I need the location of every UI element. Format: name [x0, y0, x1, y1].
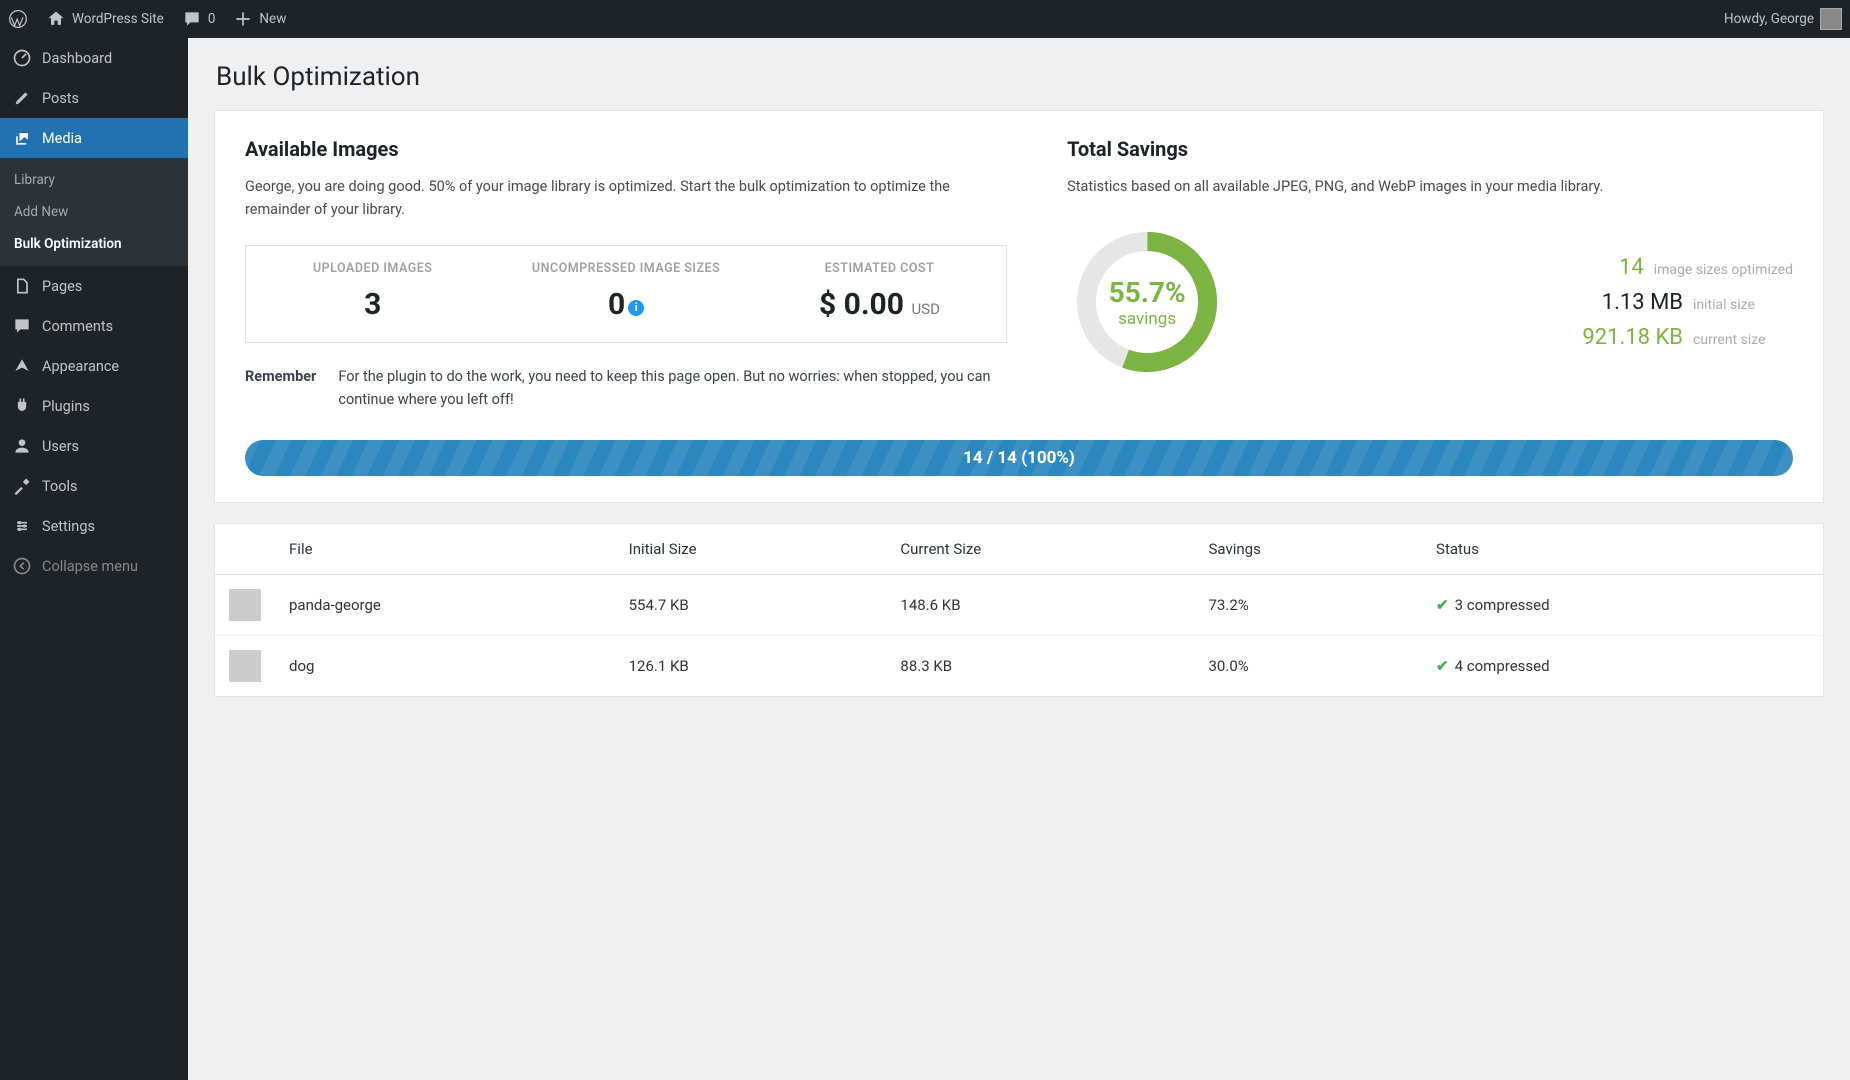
sidebar-item-pages[interactable]: Pages	[0, 266, 188, 306]
site-link[interactable]: WordPress Site	[46, 9, 164, 29]
savings-heading: Total Savings	[1067, 137, 1793, 161]
stat-cost-value: $ 0.00 USD	[761, 287, 998, 322]
cell-status: ✔3 compressed	[1422, 574, 1823, 635]
donut-percent: 55.7%	[1109, 276, 1186, 309]
media-submenu: Library Add New Bulk Optimization	[0, 158, 188, 266]
results-table: File Initial Size Current Size Savings S…	[215, 524, 1823, 696]
sidebar-collapse[interactable]: Collapse menu	[0, 546, 188, 586]
avatar	[1820, 8, 1842, 30]
cell-file: dog	[275, 635, 615, 696]
comments-link[interactable]: 0	[182, 9, 216, 29]
wp-logo[interactable]	[8, 9, 28, 29]
th-initial: Initial Size	[615, 524, 887, 575]
admin-topbar: WordPress Site 0 New Howdy, George	[0, 0, 1850, 38]
sidebar-item-settings[interactable]: Settings	[0, 506, 188, 546]
howdy-link[interactable]: Howdy, George	[1724, 8, 1842, 30]
sidebar-item-label: Users	[42, 438, 79, 455]
remember-note: Remember For the plugin to do the work, …	[245, 365, 1007, 411]
remember-text: For the plugin to do the work, you need …	[338, 365, 1007, 411]
admin-sidebar: Dashboard Posts Media Library Add New Bu…	[0, 38, 188, 1080]
cell-savings: 30.0%	[1195, 635, 1423, 696]
value-unit: USD	[911, 300, 939, 318]
available-desc: George, you are doing good. 50% of your …	[245, 175, 1007, 221]
savings-donut: 55.7% savings	[1067, 222, 1227, 382]
value-text: 0	[608, 287, 625, 322]
remember-label: Remember	[245, 365, 316, 411]
submenu-bulk-optimization[interactable]: Bulk Optimization	[0, 228, 188, 260]
sidebar-item-label: Comments	[42, 318, 113, 335]
stat-uploaded-label: UPLOADED IMAGES	[254, 260, 491, 279]
check-icon: ✔	[1436, 657, 1449, 675]
submenu-add-new[interactable]: Add New	[0, 196, 188, 228]
sidebar-item-dashboard[interactable]: Dashboard	[0, 38, 188, 78]
sidebar-item-appearance[interactable]: Appearance	[0, 346, 188, 386]
sidebar-item-label: Pages	[42, 278, 82, 295]
comments-count: 0	[208, 11, 216, 27]
cell-initial: 554.7 KB	[615, 574, 887, 635]
progress-bar: 14 / 14 (100%)	[245, 440, 1793, 476]
cell-file: panda-george	[275, 574, 615, 635]
cell-current: 88.3 KB	[886, 635, 1194, 696]
sidebar-item-label: Settings	[42, 518, 95, 535]
thumbnail	[229, 650, 261, 682]
th-status: Status	[1422, 524, 1823, 575]
available-heading: Available Images	[245, 137, 1007, 161]
submenu-library[interactable]: Library	[0, 164, 188, 196]
cell-savings: 73.2%	[1195, 574, 1423, 635]
sidebar-item-tools[interactable]: Tools	[0, 466, 188, 506]
sidebar-item-media[interactable]: Media	[0, 118, 188, 158]
th-savings: Savings	[1195, 524, 1423, 575]
table-row: panda-george554.7 KB148.6 KB73.2%✔3 comp…	[215, 574, 1823, 635]
sidebar-item-label: Appearance	[42, 358, 119, 375]
page-title: Bulk Optimization	[216, 62, 1824, 92]
stat-uploaded-value: 3	[254, 287, 491, 322]
main-content: Bulk Optimization Available Images Georg…	[188, 38, 1850, 727]
cell-current: 148.6 KB	[886, 574, 1194, 635]
cell-initial: 126.1 KB	[615, 635, 887, 696]
sidebar-item-label: Tools	[42, 478, 78, 495]
th-current: Current Size	[886, 524, 1194, 575]
table-row: dog126.1 KB88.3 KB30.0%✔4 compressed	[215, 635, 1823, 696]
donut-label: savings	[1118, 309, 1176, 329]
stat-uncompressed-value: 0i	[507, 287, 744, 322]
check-icon: ✔	[1436, 596, 1449, 614]
sidebar-item-users[interactable]: Users	[0, 426, 188, 466]
info-icon[interactable]: i	[628, 300, 644, 316]
site-name: WordPress Site	[72, 11, 164, 27]
stat-uncompressed-label: UNCOMPRESSED IMAGE SIZES	[507, 260, 744, 279]
sidebar-item-posts[interactable]: Posts	[0, 78, 188, 118]
initial-size: 1.13 MB	[1563, 290, 1683, 315]
progress-text: 14 / 14 (100%)	[963, 448, 1075, 468]
value-text: $ 0.00	[819, 287, 904, 322]
optimized-label: image sizes optimized	[1654, 262, 1793, 278]
current-size-label: current size	[1693, 332, 1793, 348]
initial-size-label: initial size	[1693, 297, 1793, 313]
stat-cost-label: ESTIMATED COST	[761, 260, 998, 279]
sidebar-item-label: Collapse menu	[42, 558, 138, 575]
current-size: 921.18 KB	[1563, 325, 1683, 350]
new-link[interactable]: New	[233, 9, 286, 29]
sidebar-item-label: Media	[42, 130, 82, 147]
sidebar-item-label: Plugins	[42, 398, 90, 415]
cell-status: ✔4 compressed	[1422, 635, 1823, 696]
sidebar-item-label: Dashboard	[42, 50, 112, 67]
howdy-text: Howdy, George	[1724, 11, 1814, 27]
sidebar-item-label: Posts	[42, 90, 79, 107]
savings-desc: Statistics based on all available JPEG, …	[1067, 175, 1793, 198]
optimized-count: 14	[1524, 255, 1644, 280]
thumbnail	[229, 589, 261, 621]
sidebar-item-comments[interactable]: Comments	[0, 306, 188, 346]
th-file: File	[275, 524, 615, 575]
new-label: New	[259, 11, 286, 27]
results-panel: File Initial Size Current Size Savings S…	[214, 523, 1824, 697]
stats-box: UPLOADED IMAGES 3 UNCOMPRESSED IMAGE SIZ…	[245, 245, 1007, 343]
sidebar-item-plugins[interactable]: Plugins	[0, 386, 188, 426]
summary-panel: Available Images George, you are doing g…	[214, 110, 1824, 503]
